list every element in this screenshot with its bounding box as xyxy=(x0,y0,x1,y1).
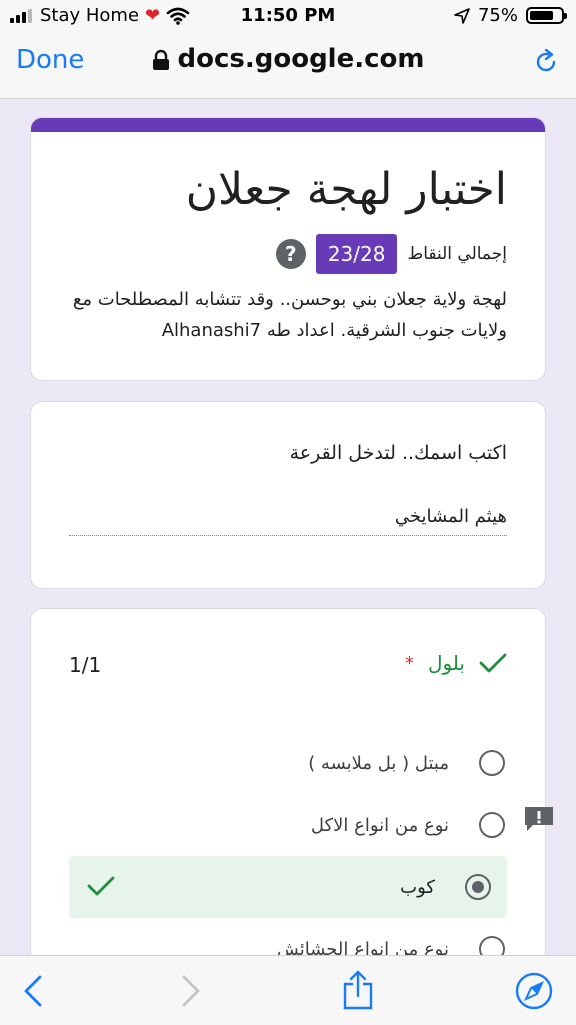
option-row: مبتل ( بل ملابسه ) xyxy=(308,750,507,776)
url-text: docs.google.com xyxy=(177,44,425,74)
status-bar: Stay Home ❤ 11:50 PM 75% xyxy=(0,0,576,34)
question-title: بلول xyxy=(427,651,465,675)
option-item[interactable]: نوع من انواع الحشائش xyxy=(69,918,507,955)
required-mark: * xyxy=(404,652,414,674)
location-arrow-icon xyxy=(454,7,470,24)
question-label: اكتب اسمك.. لتدخل القرعة xyxy=(289,442,507,464)
option-label: مبتل ( بل ملابسه ) xyxy=(308,752,449,774)
share-icon[interactable] xyxy=(342,970,374,1010)
option-label: كوب xyxy=(400,876,435,898)
browser-toolbar: Done docs.google.com xyxy=(0,34,576,99)
help-icon[interactable]: ? xyxy=(275,239,306,269)
browser-bottom-toolbar xyxy=(0,955,576,1025)
back-arrow-icon[interactable] xyxy=(22,974,44,1008)
page-content[interactable]: اختبار لهجة جعلان إجمالي النقاط 23/28 ? … xyxy=(0,99,576,955)
radio-button[interactable] xyxy=(479,812,505,838)
option-row: كوب xyxy=(400,874,507,900)
option-item[interactable]: مبتل ( بل ملابسه ) xyxy=(69,732,507,794)
battery-icon xyxy=(526,7,567,24)
report-feedback-icon[interactable] xyxy=(523,805,555,833)
check-icon xyxy=(479,653,507,673)
forward-arrow-icon[interactable] xyxy=(180,974,202,1008)
radio-button[interactable] xyxy=(479,936,505,955)
reload-icon[interactable] xyxy=(532,48,560,76)
score-label: إجمالي النقاط xyxy=(407,244,507,264)
quiz-question-card: بلول * 1/1 مبتل ( بل ملابسه ) نوع من انو… xyxy=(30,608,546,955)
battery-fill xyxy=(530,11,553,20)
radio-button[interactable] xyxy=(479,750,505,776)
battery-percent: 75% xyxy=(477,5,518,26)
score-row: إجمالي النقاط 23/28 ? xyxy=(275,234,507,274)
radio-button-selected[interactable] xyxy=(465,874,491,900)
form-header-card: اختبار لهجة جعلان إجمالي النقاط 23/28 ? … xyxy=(30,117,546,381)
question-title-row: بلول * xyxy=(405,651,507,675)
status-right: 75% xyxy=(454,5,567,26)
compass-icon[interactable] xyxy=(515,972,553,1010)
option-row: نوع من انواع الاكل xyxy=(311,812,507,838)
name-question-card: اكتب اسمك.. لتدخل القرعة هيثم المشايخي xyxy=(30,401,546,589)
option-label: نوع من انواع الاكل xyxy=(310,814,449,836)
option-label: نوع من انواع الحشائش xyxy=(276,938,449,956)
form-description: لهجة ولاية جعلان بني بوحسن.. وقد تتشابه … xyxy=(72,289,507,341)
score-badge: 23/28 xyxy=(315,234,398,274)
lock-icon xyxy=(152,49,169,70)
answer-underline xyxy=(69,535,507,536)
question-points: 1/1 xyxy=(69,653,102,677)
accent-stripe xyxy=(31,118,545,132)
answer-text: هيثم المشايخي xyxy=(394,506,507,527)
form-title: اختبار لهجة جعلان xyxy=(185,164,507,215)
option-item-correct[interactable]: كوب xyxy=(69,856,507,918)
address-bar[interactable]: docs.google.com xyxy=(0,44,576,74)
option-row: نوع من انواع الحشائش xyxy=(277,936,507,955)
option-item[interactable]: نوع من انواع الاكل xyxy=(69,794,507,856)
correct-check-icon xyxy=(87,876,115,896)
